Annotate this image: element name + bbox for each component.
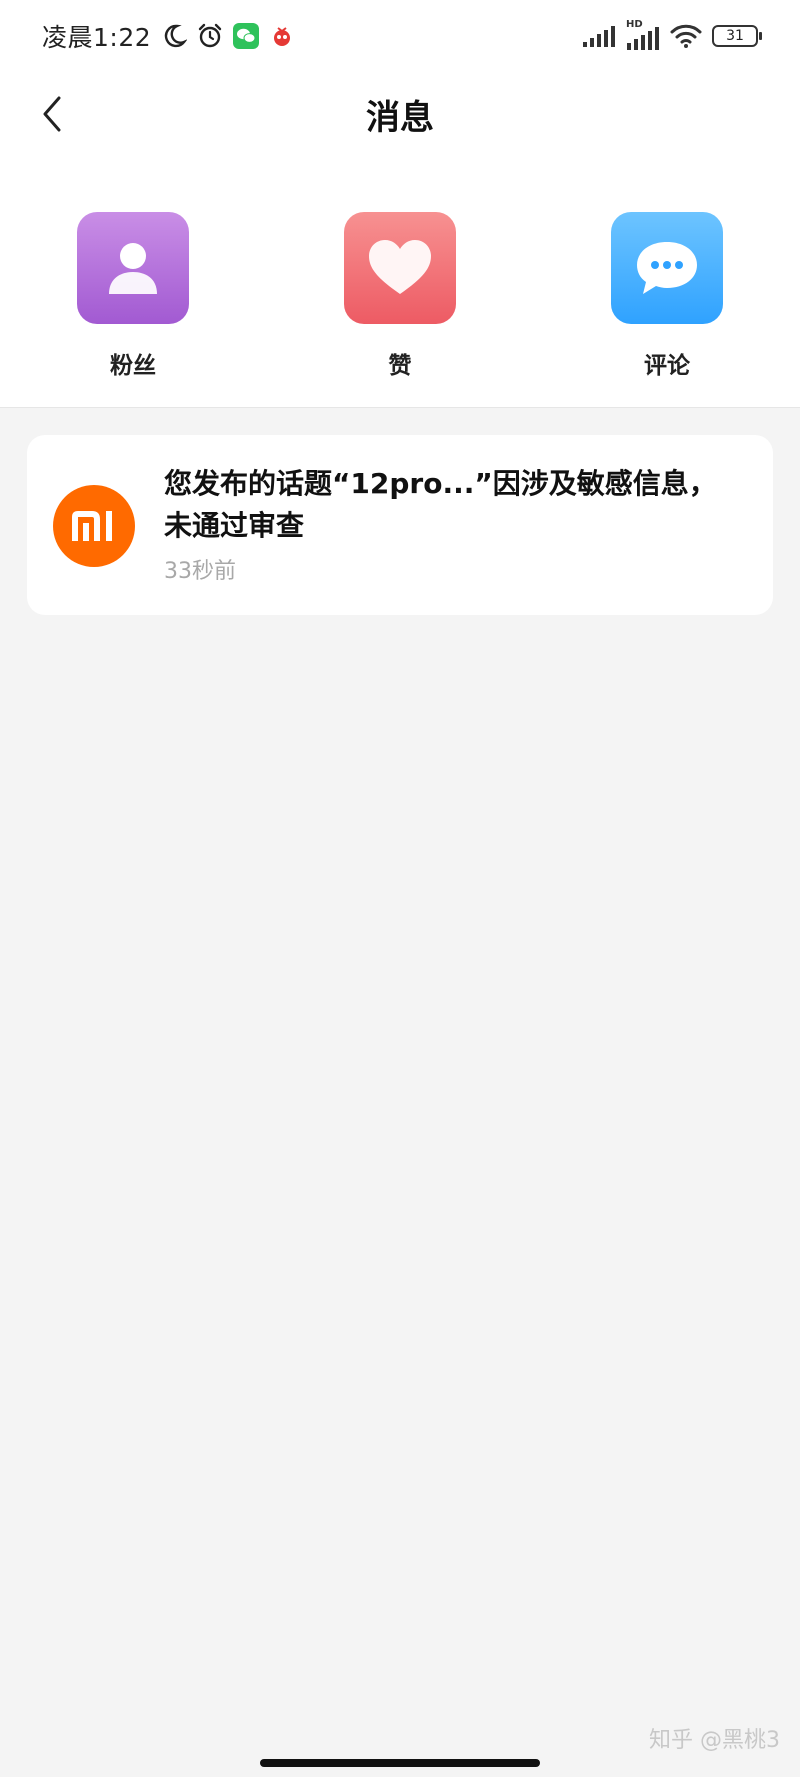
app-notification-icon bbox=[274, 27, 291, 46]
message-item[interactable]: 您发布的话题“12pro...”因涉及敏感信息，未通过审查 33秒前 bbox=[27, 435, 773, 615]
status-time: 凌晨1:22 bbox=[42, 23, 152, 52]
header: 消息 bbox=[0, 80, 800, 148]
category-comments-label: 评论 bbox=[644, 353, 690, 379]
heart-icon bbox=[369, 240, 431, 294]
fans-tile[interactable] bbox=[77, 212, 189, 324]
wifi-icon bbox=[670, 24, 702, 48]
category-fans[interactable]: 粉丝 bbox=[63, 212, 203, 382]
avatar bbox=[53, 485, 135, 567]
category-comments[interactable]: 评论 bbox=[597, 212, 737, 382]
page-title: 消息 bbox=[366, 98, 434, 138]
message-time: 33秒前 bbox=[164, 559, 236, 584]
likes-tile[interactable] bbox=[344, 212, 456, 324]
mi-logo-icon bbox=[72, 511, 112, 541]
status-right: HD 31 bbox=[582, 18, 762, 54]
moon-icon bbox=[165, 24, 188, 48]
category-likes-label: 赞 bbox=[388, 353, 412, 379]
watermark: 知乎 @黑桃3 bbox=[649, 1728, 780, 1753]
status-bar: 凌晨1:22 HD 31 bbox=[0, 0, 800, 72]
home-indicator[interactable] bbox=[260, 1759, 540, 1767]
chat-bubble-icon bbox=[637, 242, 697, 294]
category-likes[interactable]: 赞 bbox=[330, 212, 470, 382]
comments-tile[interactable] bbox=[611, 212, 723, 324]
wechat-icon bbox=[233, 23, 260, 49]
status-left: 凌晨1:22 bbox=[42, 18, 295, 54]
battery-icon: 31 bbox=[712, 25, 762, 47]
category-row: 粉丝 赞 评论 bbox=[0, 212, 800, 382]
alarm-icon bbox=[198, 23, 222, 48]
category-fans-label: 粉丝 bbox=[110, 353, 156, 379]
signal-hd-icon bbox=[627, 27, 659, 50]
hd-signal: HD bbox=[626, 19, 660, 51]
battery-level: 31 bbox=[726, 28, 744, 44]
signal-icon bbox=[583, 26, 615, 47]
message-text: 您发布的话题“12pro...”因涉及敏感信息，未通过审查 bbox=[164, 467, 717, 542]
person-icon bbox=[109, 243, 157, 294]
